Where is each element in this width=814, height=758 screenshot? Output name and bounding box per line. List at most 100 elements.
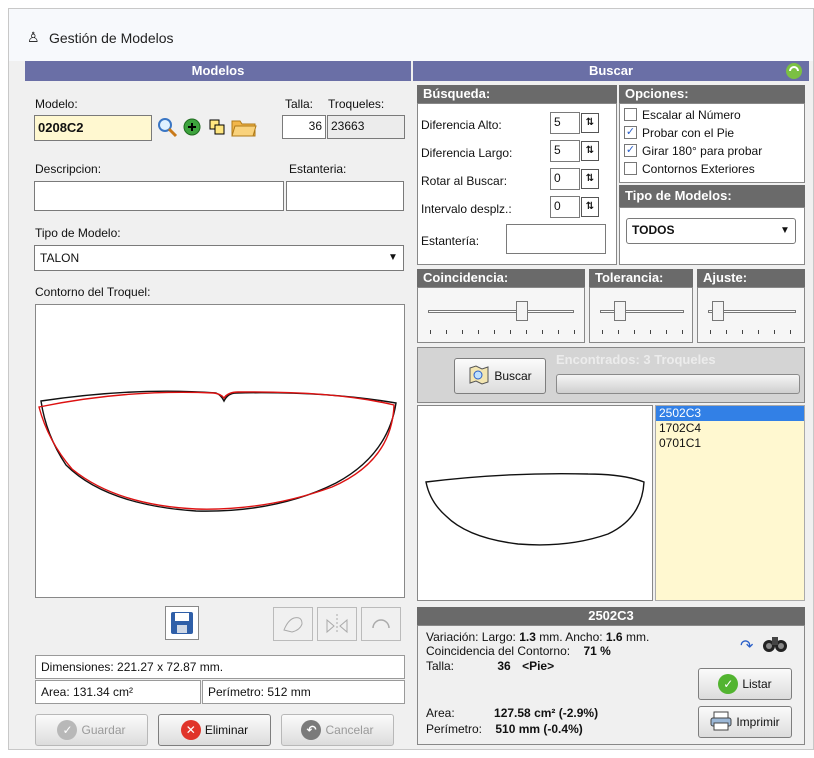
probar-pie-checkbox[interactable]: ✓	[624, 126, 637, 139]
busqueda-group: Diferencia Alto: 5 ⇅ Diferencia Largo: 5…	[417, 103, 617, 265]
perimetro-detail-label: Perímetro:	[426, 722, 483, 736]
buscar-bar: Buscar Encontrados: 3 Troqueles	[417, 347, 805, 403]
descripcion-input[interactable]	[34, 181, 284, 211]
opciones-group: Escalar al Número ✓ Probar con el Pie ✓ …	[619, 103, 805, 183]
girar-label: Girar 180° para probar	[642, 144, 763, 158]
buscar-button[interactable]: Buscar	[454, 358, 546, 394]
rotar-input[interactable]: 0	[550, 168, 580, 190]
girar-checkbox[interactable]: ✓	[624, 144, 637, 157]
contour-drawing	[38, 390, 397, 512]
talla-detail-label: Talla:	[426, 659, 455, 673]
folder-icon[interactable]	[230, 114, 258, 140]
rotar-spinner-icon[interactable]: ⇅	[581, 169, 599, 189]
tipo-modelos-group: TODOS ▼	[619, 207, 805, 265]
percent-unit: %	[600, 644, 611, 658]
tolerancia-title: Tolerancia:	[589, 269, 693, 287]
perimetro-row: Perímetro: 510 mm (-0.4%)	[426, 722, 583, 736]
variacion-row: Variación: Largo: 1.3 mm. Ancho: 1.6 mm.	[426, 630, 649, 644]
chevron-down-icon[interactable]: ▼	[383, 246, 403, 270]
buscar-header-label: Buscar	[588, 63, 634, 78]
coincidencia-slider[interactable]	[417, 287, 585, 343]
title-bar: ♙ Gestión de Modelos	[9, 9, 813, 61]
coincidencia-row: Coincidencia del Contorno: 71 %	[426, 644, 611, 658]
rotar-label: Rotar al Buscar:	[421, 174, 508, 188]
tipo-modelo-select[interactable]: TALON ▼	[34, 245, 404, 271]
area-status: Area: 131.34 cm²	[35, 680, 201, 704]
escalar-checkbox[interactable]	[624, 108, 637, 121]
dif-largo-label: Diferencia Largo:	[421, 146, 513, 160]
list-item[interactable]: 2502C3	[656, 406, 804, 421]
add-icon[interactable]	[181, 116, 203, 138]
mm-unit: mm.	[625, 630, 650, 644]
ajuste-thumb[interactable]	[712, 301, 724, 321]
map-search-icon	[468, 364, 490, 389]
troqueles-field: 23663	[327, 115, 405, 139]
tolerancia-thumb[interactable]	[614, 301, 626, 321]
ancho-value: 1.6	[605, 630, 623, 644]
dif-alto-spinner-icon[interactable]: ⇅	[581, 113, 599, 133]
troqueles-label: Troqueles:	[328, 97, 385, 111]
listar-button[interactable]: ✓ Listar	[698, 668, 792, 700]
largo-value: 1.3	[519, 630, 536, 644]
estanteria-input[interactable]	[286, 181, 404, 211]
detail-title: 2502C3	[417, 607, 805, 625]
descripcion-label: Descripcion:	[35, 162, 102, 176]
intervalo-label: Intervalo desplz.:	[421, 202, 512, 216]
contornos-label: Contornos Exteriores	[642, 162, 755, 176]
buscar-panel: Buscar Búsqueda: Diferencia Alto: 5 ⇅ Di…	[413, 61, 809, 749]
results-list[interactable]: 2502C3 1702C4 0701C1	[655, 405, 805, 601]
tipo-modelos-select[interactable]: TODOS ▼	[626, 218, 796, 244]
perimetro-status: Perímetro: 512 mm	[202, 680, 405, 704]
dif-alto-label: Diferencia Alto:	[421, 118, 502, 132]
search-icon[interactable]	[155, 114, 179, 140]
probar-pie-label: Probar con el Pie	[642, 126, 735, 140]
contornos-checkbox[interactable]	[624, 162, 637, 175]
buscar-header: Buscar	[413, 61, 809, 81]
chevron-down-icon[interactable]: ▼	[775, 219, 795, 243]
modelo-label: Modelo:	[35, 97, 78, 111]
eliminar-label: Eliminar	[204, 723, 249, 737]
intervalo-spinner-icon[interactable]: ⇅	[581, 197, 599, 217]
eliminar-button[interactable]: ✕ Eliminar	[158, 714, 271, 746]
guardar-button[interactable]: ✓ Guardar	[35, 714, 148, 746]
save-icon[interactable]	[165, 606, 199, 640]
redo-icon[interactable]: ↷	[740, 636, 753, 656]
refresh-icon[interactable]	[785, 62, 803, 86]
talla-label: Talla:	[285, 97, 314, 111]
area-detail-value: 127.58 cm² (-2.9%)	[494, 706, 599, 720]
coincidencia-thumb[interactable]	[516, 301, 528, 321]
app-icon: ♙	[27, 29, 40, 45]
list-item[interactable]: 1702C4	[656, 421, 804, 436]
modelos-panel: Modelos Modelo: Talla: Troqueles: 0208C2…	[25, 61, 411, 749]
tolerancia-ticks	[602, 330, 686, 334]
dif-largo-input[interactable]: 5	[550, 140, 580, 162]
modelo-input[interactable]: 0208C2	[34, 115, 152, 141]
rotate-icon[interactable]	[361, 607, 401, 641]
check-icon: ✓	[57, 720, 78, 740]
mirror-icon[interactable]	[317, 607, 357, 641]
listar-label: Listar	[742, 677, 772, 691]
copy-icon[interactable]	[206, 116, 228, 138]
dif-alto-input[interactable]: 5	[550, 112, 580, 134]
list-item[interactable]: 0701C1	[656, 436, 804, 451]
coincidencia-value: 71	[583, 644, 597, 658]
talla-input[interactable]: 36	[282, 115, 326, 139]
estanteria-search-input[interactable]	[506, 224, 606, 254]
cancelar-label: Cancelar	[325, 723, 374, 737]
contour-edit-icon[interactable]	[273, 607, 313, 641]
dif-largo-spinner-icon[interactable]: ⇅	[581, 141, 599, 161]
guardar-label: Guardar	[81, 723, 126, 737]
tolerancia-track	[600, 310, 684, 313]
tipo-modelos-title: Tipo de Modelos:	[619, 185, 805, 207]
intervalo-input[interactable]: 0	[550, 196, 580, 218]
ajuste-slider[interactable]	[697, 287, 805, 343]
binoculars-icon[interactable]	[762, 632, 788, 657]
dimensiones-status: Dimensiones: 221.27 x 72.87 mm.	[35, 655, 405, 679]
tolerancia-slider[interactable]	[589, 287, 693, 343]
imprimir-button[interactable]: Imprimir	[698, 706, 792, 738]
escalar-label: Escalar al Número	[642, 108, 741, 122]
coincidencia-track	[428, 310, 574, 313]
opciones-title: Opciones:	[619, 85, 805, 103]
cancelar-button[interactable]: ↶ Cancelar	[281, 714, 394, 746]
perimetro-detail-value: 510 mm (-0.4%)	[495, 722, 583, 736]
